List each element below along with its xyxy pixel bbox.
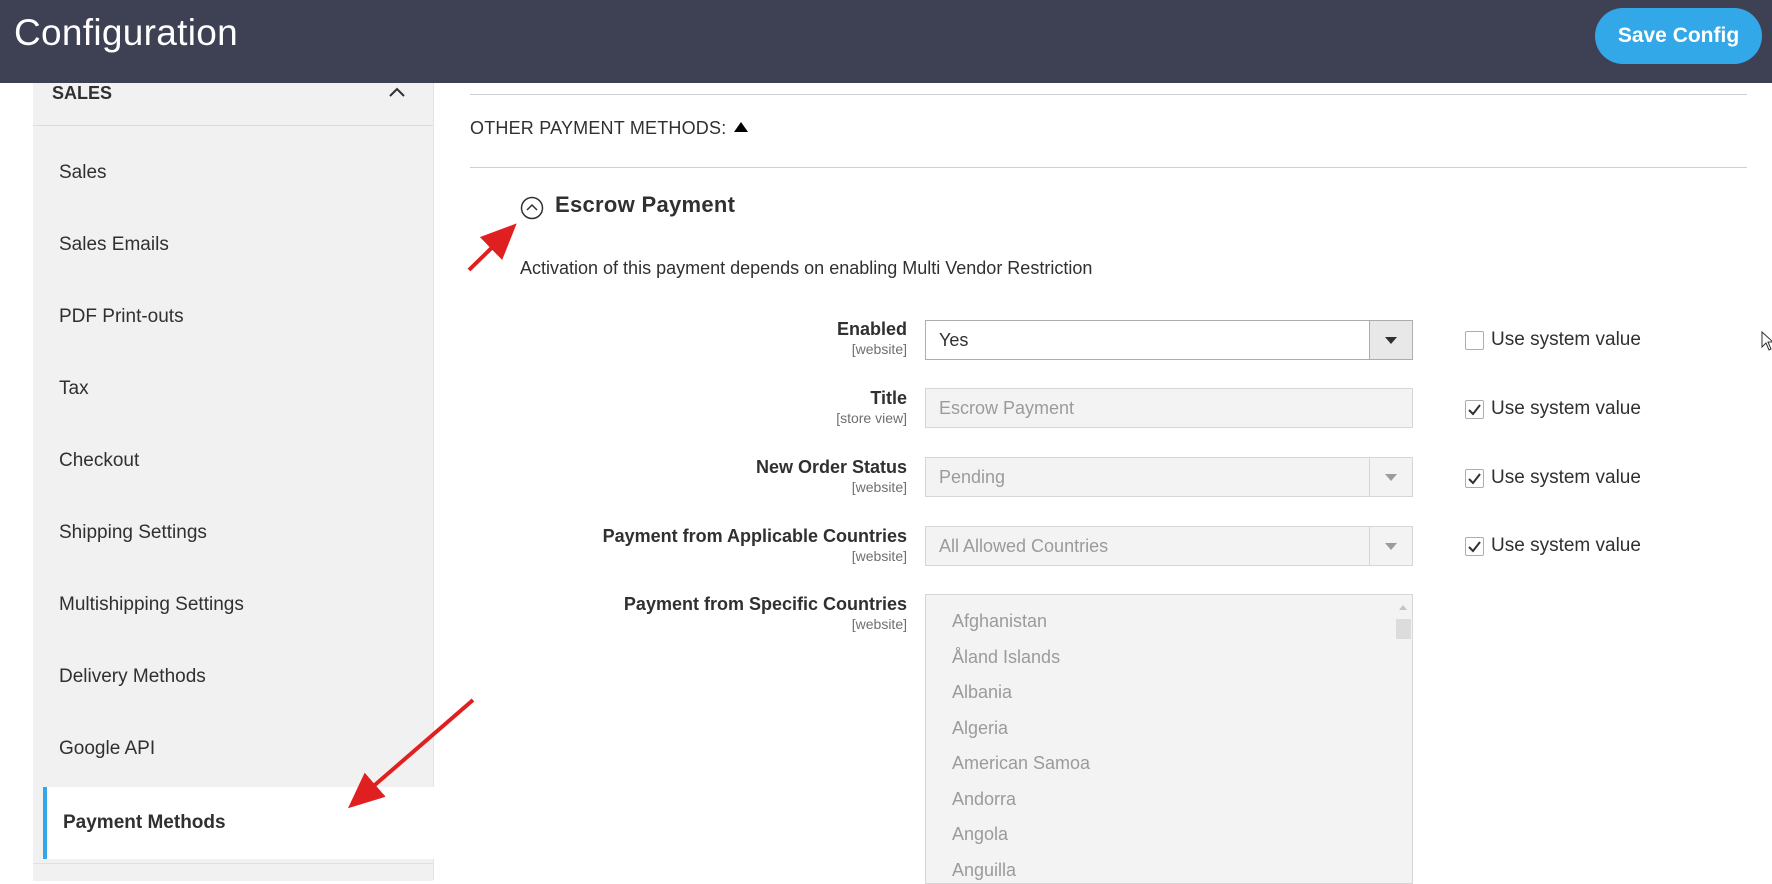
use-system-value-label: Use system value: [1491, 535, 1641, 556]
divider: [470, 167, 1747, 168]
sidebar-item-label: Shipping Settings: [59, 522, 207, 543]
sidebar-item-label: Multishipping Settings: [59, 594, 244, 615]
select-value: Yes: [939, 330, 969, 350]
checkmark-icon: [1468, 404, 1481, 416]
sidebar-item-label: PDF Print-outs: [59, 306, 184, 327]
page-title: Configuration: [14, 12, 238, 53]
new-order-status-select[interactable]: Pending: [925, 457, 1413, 497]
other-payment-methods-toggle[interactable]: OTHER PAYMENT METHODS:: [470, 118, 749, 139]
sidebar-item-google-api[interactable]: Google API: [33, 713, 433, 785]
field-label-specific-countries: Payment from Specific Countries: [623, 594, 907, 614]
select-arrow-box: [1369, 458, 1412, 496]
field-label-new-order-status: New Order Status: [755, 457, 907, 477]
sidebar-item-label: Payment Methods: [63, 812, 226, 833]
sidebar-item-sales[interactable]: Sales: [33, 137, 433, 209]
applicable-countries-select[interactable]: All Allowed Countries: [925, 526, 1413, 566]
checkmark-icon: [1468, 541, 1481, 553]
chevron-up-icon: [389, 87, 405, 97]
sidebar-item-label: Delivery Methods: [59, 666, 206, 687]
enabled-use-system-checkbox[interactable]: [1465, 331, 1484, 350]
triangle-up-icon: [734, 122, 749, 132]
select-value: All Allowed Countries: [939, 536, 1109, 556]
country-option[interactable]: Algeria: [952, 718, 1008, 739]
divider: [470, 94, 1747, 95]
chevron-down-icon: [1385, 474, 1397, 481]
chevron-down-icon: [1385, 337, 1397, 344]
other-payment-methods-label: OTHER PAYMENT METHODS:: [470, 118, 727, 138]
country-option[interactable]: Albania: [952, 682, 1012, 703]
config-sidebar: SALES Sales Sales Emails PDF Print-outs …: [33, 83, 437, 881]
field-label-title: Title: [870, 388, 907, 408]
use-system-value-label: Use system value: [1491, 398, 1641, 419]
mouse-cursor-icon: [1761, 331, 1772, 351]
sidebar-item-pdf-printouts[interactable]: PDF Print-outs: [33, 281, 433, 353]
sidebar-section-label: SALES: [52, 83, 113, 103]
field-scope: [website]: [851, 616, 907, 632]
chevron-down-icon: [1385, 543, 1397, 550]
country-option[interactable]: Andorra: [952, 789, 1016, 810]
field-scope: [website]: [851, 479, 907, 495]
sidebar-item-delivery-methods[interactable]: Delivery Methods: [33, 641, 433, 713]
field-scope: [website]: [851, 548, 907, 564]
scroll-thumb[interactable]: [1396, 619, 1411, 639]
scroll-up-arrow-icon[interactable]: [1399, 605, 1407, 610]
new-order-status-use-system-checkbox[interactable]: [1465, 469, 1484, 488]
sidebar-item-label: Google API: [59, 738, 156, 759]
select-arrow-box: [1369, 321, 1412, 359]
sidebar-item-shipping-settings[interactable]: Shipping Settings: [33, 497, 433, 569]
sidebar-item-label: Checkout: [59, 450, 140, 471]
applicable-countries-use-system-checkbox[interactable]: [1465, 537, 1484, 556]
sidebar-item-multishipping-settings[interactable]: Multishipping Settings: [33, 569, 433, 641]
scrollbar[interactable]: [1395, 597, 1411, 883]
enabled-select[interactable]: Yes: [925, 320, 1413, 360]
field-scope: [website]: [851, 341, 907, 357]
sidebar-item-next[interactable]: [33, 863, 433, 881]
annotation-arrow-icon: [467, 223, 517, 272]
field-scope: [store view]: [836, 410, 907, 426]
sidebar-item-tax[interactable]: Tax: [33, 353, 433, 425]
select-value: Pending: [939, 467, 1006, 487]
country-option[interactable]: Angola: [952, 824, 1008, 845]
sidebar-section-sales[interactable]: SALES: [33, 83, 433, 126]
sidebar-item-label: Sales Emails: [59, 234, 169, 255]
section-note: Activation of this payment depends on en…: [520, 258, 1093, 278]
input-value: Escrow Payment: [939, 398, 1075, 418]
use-system-value-label: Use system value: [1491, 329, 1641, 350]
section-title[interactable]: Escrow Payment: [555, 192, 735, 218]
checkmark-icon: [1468, 473, 1481, 485]
specific-countries-multiselect[interactable]: Afghanistan Åland Islands Albania Algeri…: [925, 594, 1413, 884]
sidebar-item-payment-methods[interactable]: Payment Methods: [43, 787, 437, 859]
field-label-applicable-countries: Payment from Applicable Countries: [602, 526, 907, 546]
save-config-button[interactable]: Save Config: [1595, 8, 1762, 64]
country-option[interactable]: Anguilla: [952, 860, 1016, 881]
sidebar-item-sales-emails[interactable]: Sales Emails: [33, 209, 433, 281]
country-option[interactable]: American Samoa: [952, 753, 1090, 774]
sidebar-item-label: Sales: [59, 162, 107, 183]
title-use-system-checkbox[interactable]: [1465, 400, 1484, 419]
collapse-circle-icon[interactable]: [520, 196, 544, 220]
sidebar-item-label: Tax: [59, 378, 89, 399]
country-option[interactable]: Afghanistan: [952, 611, 1047, 632]
use-system-value-label: Use system value: [1491, 467, 1641, 488]
page-header: Configuration Save Config: [0, 0, 1772, 83]
field-label-enabled: Enabled: [836, 319, 907, 339]
sidebar-item-checkout[interactable]: Checkout: [33, 425, 433, 497]
title-input[interactable]: Escrow Payment: [925, 388, 1413, 428]
country-option[interactable]: Åland Islands: [952, 647, 1060, 668]
select-arrow-box: [1369, 527, 1412, 565]
